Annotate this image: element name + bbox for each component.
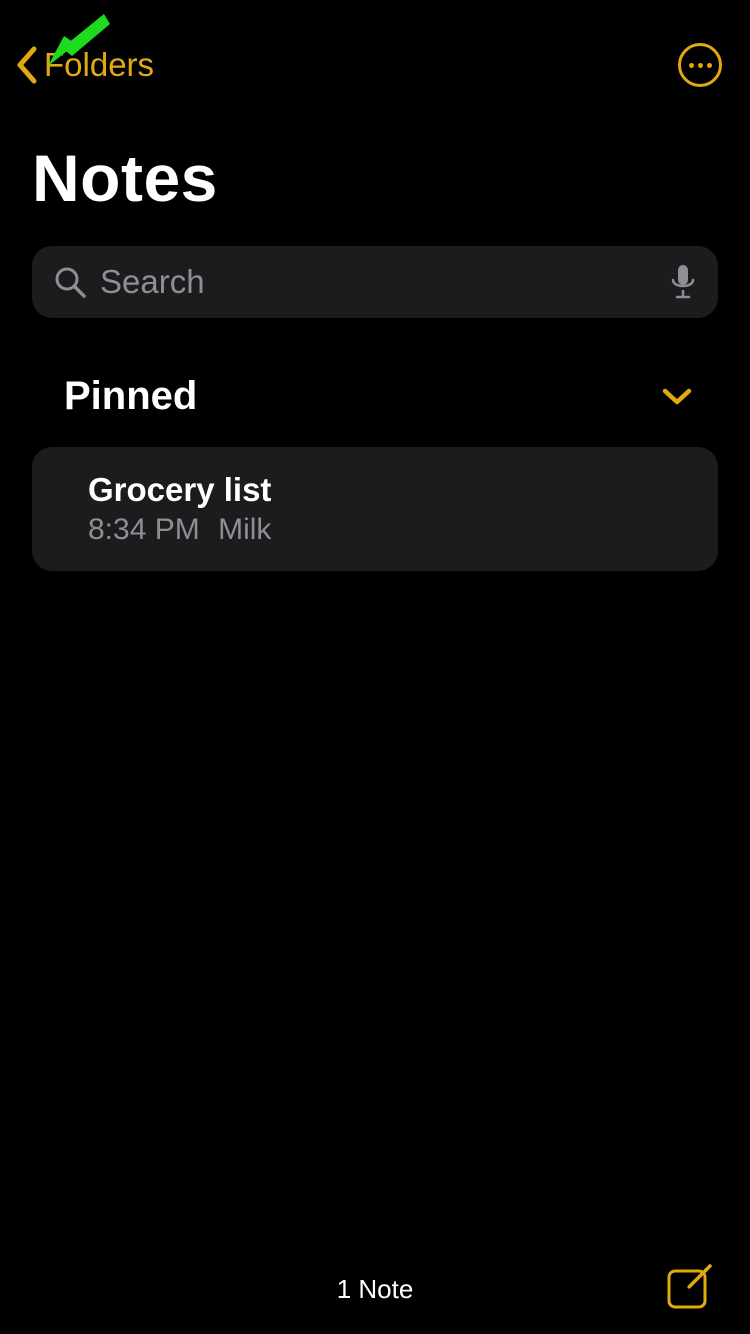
search-icon <box>54 266 86 298</box>
search-field[interactable] <box>32 246 718 318</box>
note-preview: Milk <box>218 513 271 546</box>
page-title: Notes <box>0 110 750 236</box>
ellipsis-icon <box>689 63 712 68</box>
chevron-down-icon[interactable] <box>662 388 692 406</box>
section-title: Pinned <box>64 374 197 419</box>
compose-button[interactable] <box>666 1264 712 1310</box>
note-meta: 8:34 PM Milk <box>88 513 690 547</box>
note-count-label: 1 Note <box>337 1274 414 1305</box>
back-button[interactable]: Folders <box>14 46 154 84</box>
more-button[interactable] <box>678 43 722 87</box>
nav-bar: Folders <box>0 0 750 110</box>
note-title: Grocery list <box>88 471 690 509</box>
bottom-toolbar: 1 Note <box>0 1244 750 1334</box>
chevron-left-icon <box>14 46 38 84</box>
back-label: Folders <box>44 46 154 84</box>
microphone-icon[interactable] <box>670 264 696 300</box>
note-time: 8:34 PM <box>88 513 200 546</box>
note-item[interactable]: Grocery list 8:34 PM Milk <box>32 447 718 571</box>
search-input[interactable] <box>100 263 656 301</box>
section-header-pinned: Pinned <box>0 318 750 433</box>
